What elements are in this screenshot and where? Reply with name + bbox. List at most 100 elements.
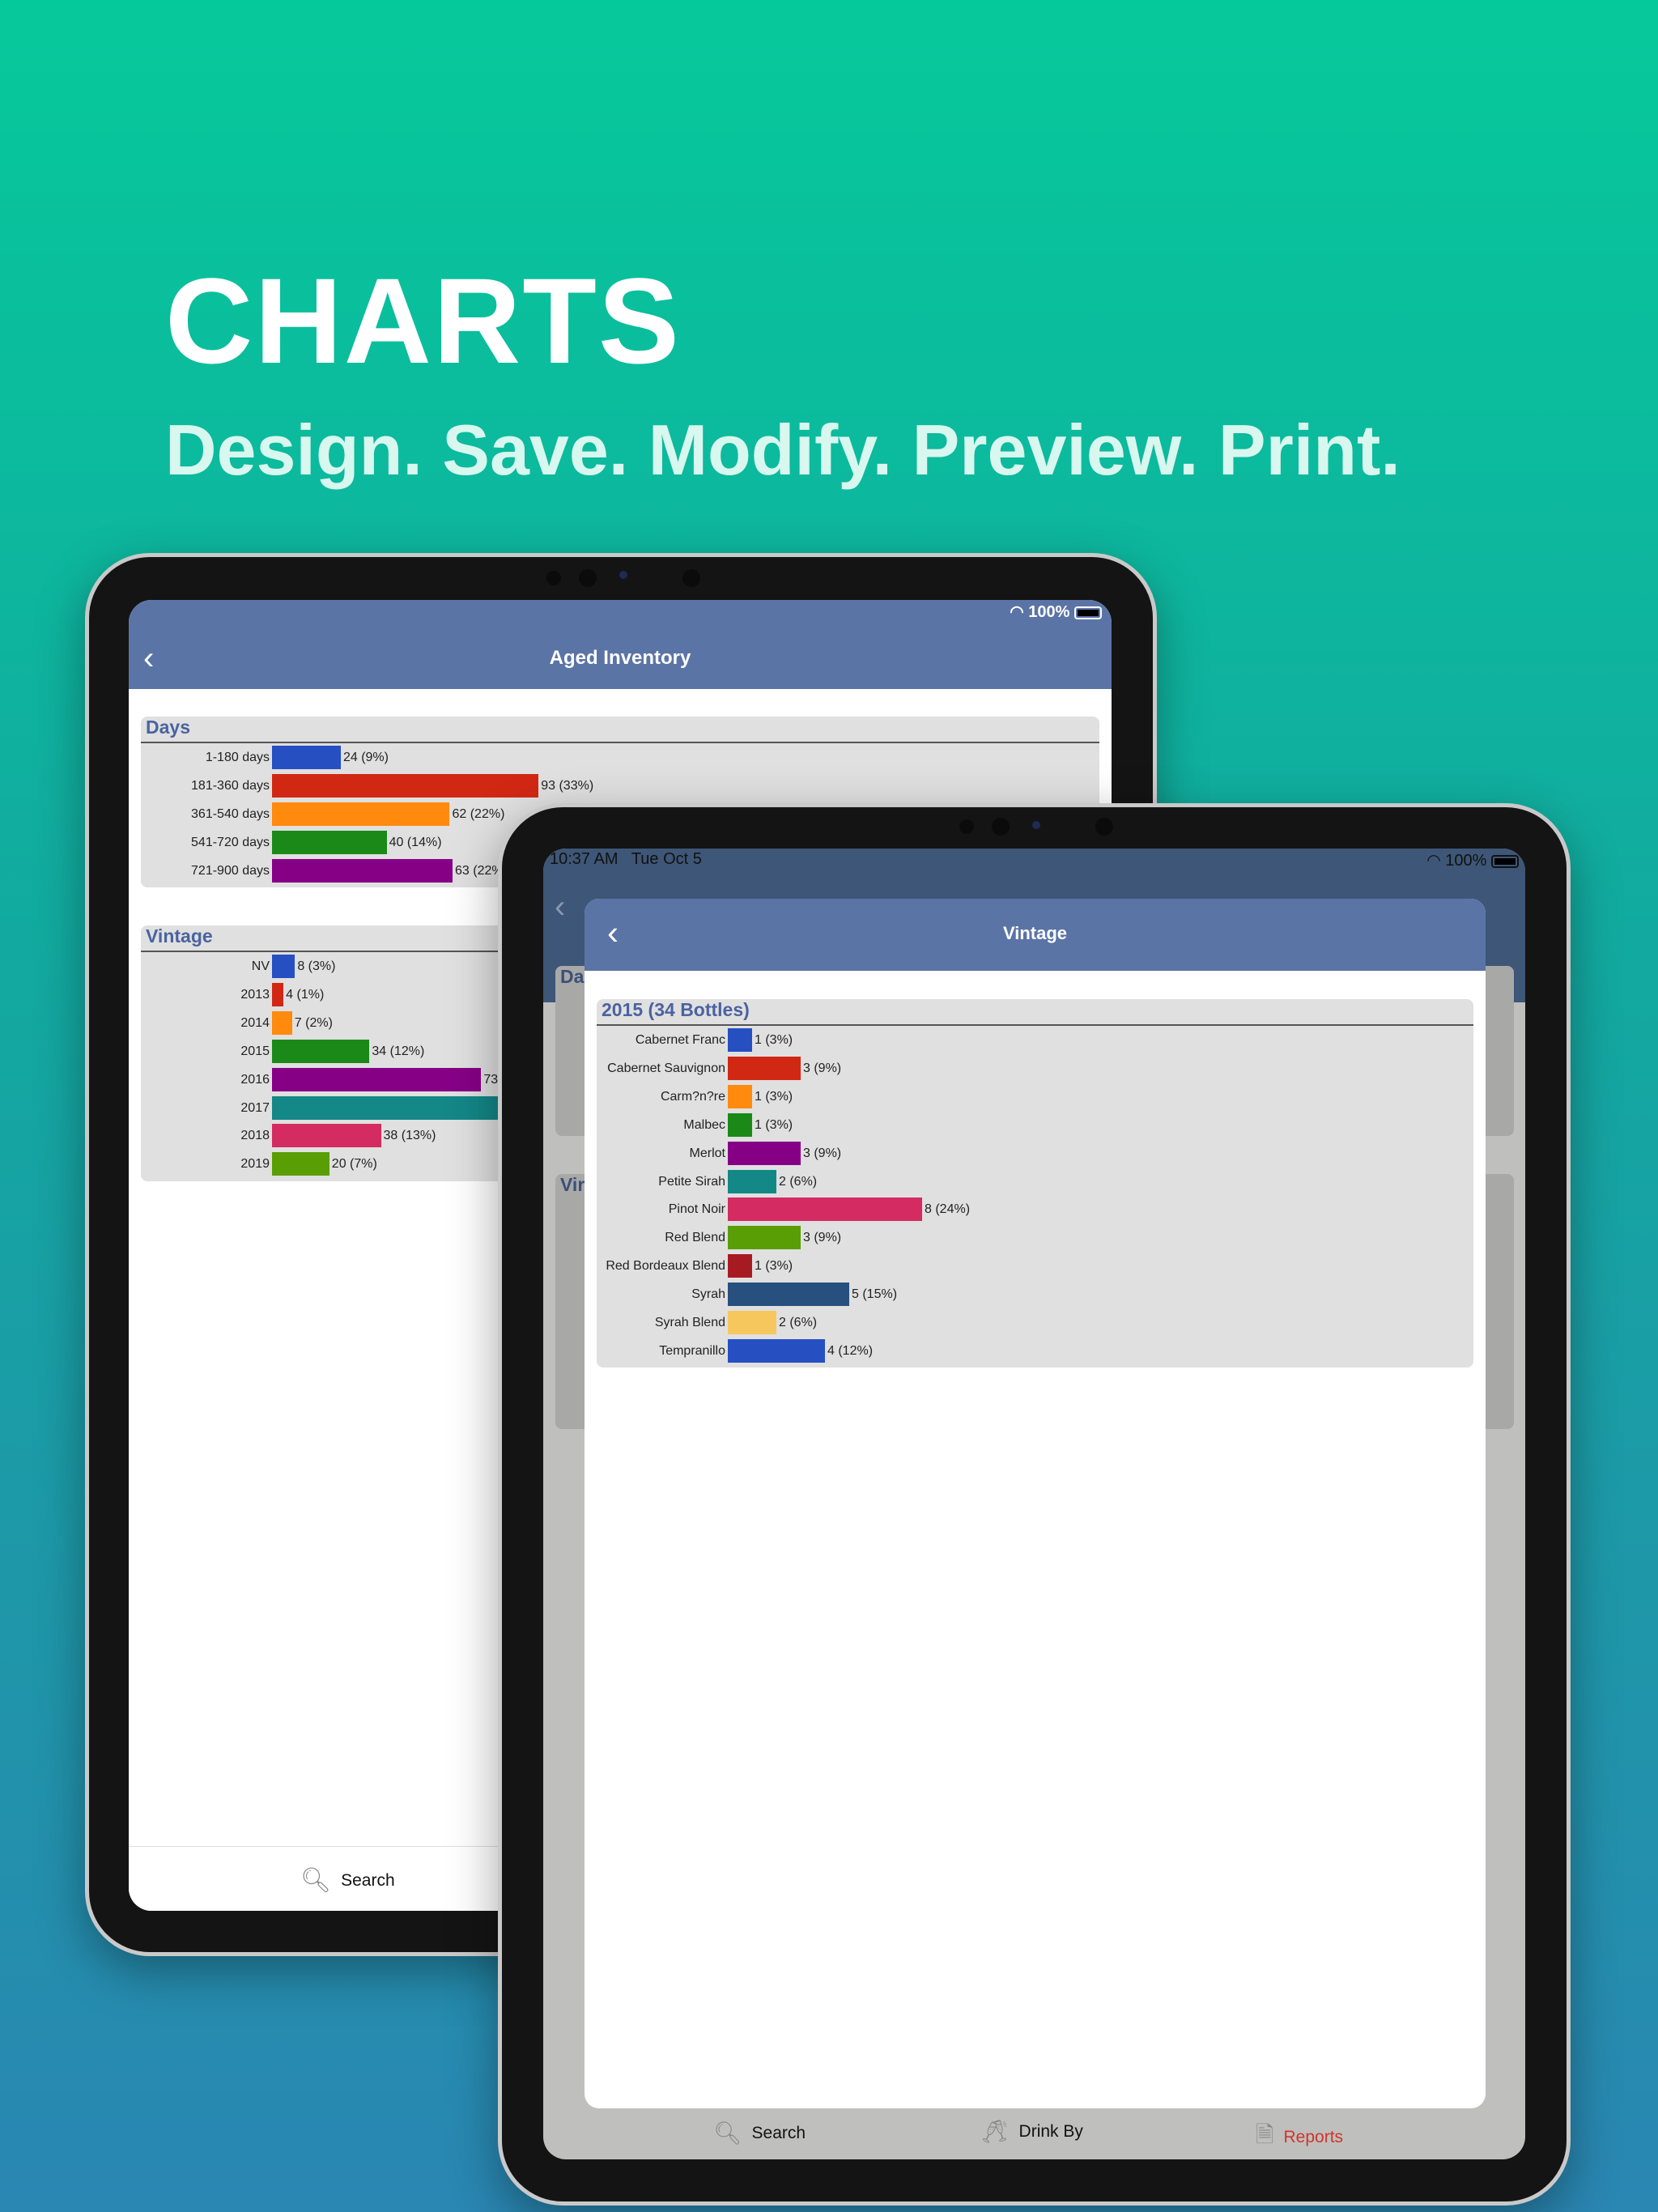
chart-row[interactable]: Cabernet Sauvignon 3 (9%) (597, 1054, 1473, 1083)
bar[interactable] (728, 1056, 801, 1080)
chart-row[interactable]: Tempranillo 4 (12%) (597, 1337, 1473, 1365)
chart-title: 2015 (34 Bottles) (602, 999, 750, 1020)
bar[interactable] (728, 1338, 825, 1363)
sensor-icon (619, 571, 627, 579)
nav-bar: ◠ 100% ‹ Aged Inventory (129, 600, 1112, 689)
vintage-2015-chart-panel[interactable]: 2015 (34 Bottles) Cabernet Franc 1 (3%) Cab… (597, 999, 1473, 1368)
tab-drink-by-label: Drink By (1018, 2121, 1083, 2141)
value-label: 34 (12%) (372, 1044, 425, 1058)
value-label: 3 (9%) (803, 1231, 842, 1245)
chart-row[interactable]: Syrah 5 (15%) (597, 1280, 1473, 1308)
wine-glasses-icon: 🥂︎ (980, 2119, 1010, 2144)
tab-search[interactable]: 🔍︎ Search (713, 2120, 806, 2146)
bar[interactable] (272, 1010, 292, 1035)
report-icon: 🗎︎ (1256, 2122, 1274, 2147)
category-label: 541-720 days (191, 835, 270, 849)
status-right: ◠ 100% (1426, 850, 1519, 870)
category-label: 2013 (240, 987, 270, 1002)
chart-row[interactable]: 181-360 days 93 (33%) (141, 772, 1099, 800)
value-label: 1 (3%) (755, 1089, 793, 1104)
category-label: Merlot (689, 1146, 725, 1160)
wifi-icon: ◠ (1010, 603, 1024, 621)
hero-subtitle: Design. Save. Modify. Preview. Print. (165, 410, 1401, 490)
bar[interactable] (728, 1169, 776, 1193)
bar[interactable] (728, 1283, 849, 1307)
category-label: Pinot Noir (668, 1202, 725, 1217)
search-icon: 🔍︎ (713, 2121, 742, 2146)
tab-reports-label: Reports (1283, 2128, 1344, 2146)
category-label: 181-360 days (191, 778, 270, 793)
dimmed-days-title: Da (560, 966, 585, 987)
bar[interactable] (272, 982, 284, 1006)
chart-row[interactable]: Red Bordeaux Blend 1 (3%) (597, 1252, 1473, 1280)
bar[interactable] (272, 746, 341, 769)
category-label: 361-540 days (191, 806, 270, 821)
chart-row[interactable]: Petite Sirah 2 (6%) (597, 1168, 1473, 1196)
battery-percent: 100% (1028, 603, 1070, 621)
chart-row[interactable]: Malbec 1 (3%) (597, 1111, 1473, 1139)
category-label: 2016 (240, 1072, 270, 1087)
status-bar: ◠ 100% (1010, 602, 1102, 622)
chart-title: Vintage (146, 925, 213, 946)
value-label: 3 (9%) (803, 1146, 842, 1160)
category-label: 2019 (240, 1157, 270, 1172)
bar[interactable] (272, 858, 453, 883)
bar[interactable] (272, 773, 539, 798)
category-label: Red Bordeaux Blend (606, 1259, 725, 1274)
value-label: 8 (24%) (925, 1202, 971, 1217)
value-label: 20 (7%) (331, 1157, 377, 1172)
value-label: 2 (6%) (779, 1316, 818, 1329)
bar[interactable] (728, 1112, 752, 1137)
wifi-icon: ◠ (1426, 852, 1441, 870)
tab-search[interactable]: 🔍︎ Search (300, 1866, 395, 1895)
category-label: 2014 (240, 1015, 270, 1030)
category-label: Cabernet Sauvignon (607, 1061, 725, 1075)
bar[interactable] (272, 802, 450, 826)
tab-reports[interactable]: 🗎︎ Reports (1256, 2118, 1343, 2157)
tab-drink-by[interactable]: 🥂︎ Drink By (980, 2118, 1083, 2145)
chart-row[interactable]: Cabernet Franc 1 (3%) (597, 1026, 1473, 1054)
chart-row[interactable]: Pinot Noir 8 (24%) (597, 1195, 1473, 1223)
bar[interactable] (272, 1124, 381, 1148)
category-label: 1-180 days (205, 751, 270, 764)
dimmed-back-chevron-icon: ‹ (555, 889, 566, 925)
chart-row[interactable]: 1-180 days 24 (9%) (141, 743, 1099, 772)
bar[interactable] (272, 1039, 370, 1063)
status-time: 10:37 AM (550, 850, 619, 868)
chart-row[interactable]: Carm?n?re 1 (3%) (597, 1083, 1473, 1111)
bar[interactable] (272, 955, 295, 978)
chart-title: Days (146, 717, 190, 738)
category-label: Syrah Blend (654, 1316, 725, 1329)
battery-icon (1074, 606, 1102, 619)
bar[interactable] (728, 1141, 801, 1165)
value-label: 93 (33%) (541, 778, 594, 793)
value-label: 1 (3%) (755, 1117, 793, 1132)
chart-row[interactable]: Red Blend 3 (9%) (597, 1223, 1473, 1252)
value-label: 1 (3%) (755, 1259, 793, 1274)
category-label: Malbec (683, 1117, 725, 1132)
category-label: Cabernet Franc (635, 1033, 725, 1047)
category-label: 2015 (240, 1044, 270, 1058)
bar[interactable] (728, 1084, 752, 1108)
bar[interactable] (728, 1311, 776, 1334)
bar[interactable] (728, 1226, 801, 1250)
category-label: Red Blend (665, 1231, 725, 1245)
value-label: 24 (9%) (342, 751, 389, 764)
modal-nav-bar: ‹ Vintage (585, 899, 1486, 971)
bar[interactable] (728, 1254, 752, 1278)
category-label: NV (251, 959, 270, 973)
chart-row[interactable]: Syrah Blend 2 (6%) (597, 1308, 1473, 1337)
camera-icon (546, 571, 561, 585)
bar[interactable] (272, 1152, 329, 1176)
tab-search-label: Search (341, 1870, 395, 1890)
bar[interactable] (728, 1028, 752, 1052)
chart-row[interactable]: Merlot 3 (9%) (597, 1139, 1473, 1168)
value-label: 62 (22%) (452, 806, 505, 821)
value-label: 1 (3%) (755, 1033, 793, 1047)
value-label: 7 (2%) (294, 1015, 333, 1030)
bar[interactable] (272, 830, 387, 854)
bar[interactable] (728, 1197, 922, 1222)
bar[interactable] (272, 1067, 482, 1091)
sensor-icon (682, 569, 700, 587)
nav-title: Aged Inventory (549, 647, 691, 669)
